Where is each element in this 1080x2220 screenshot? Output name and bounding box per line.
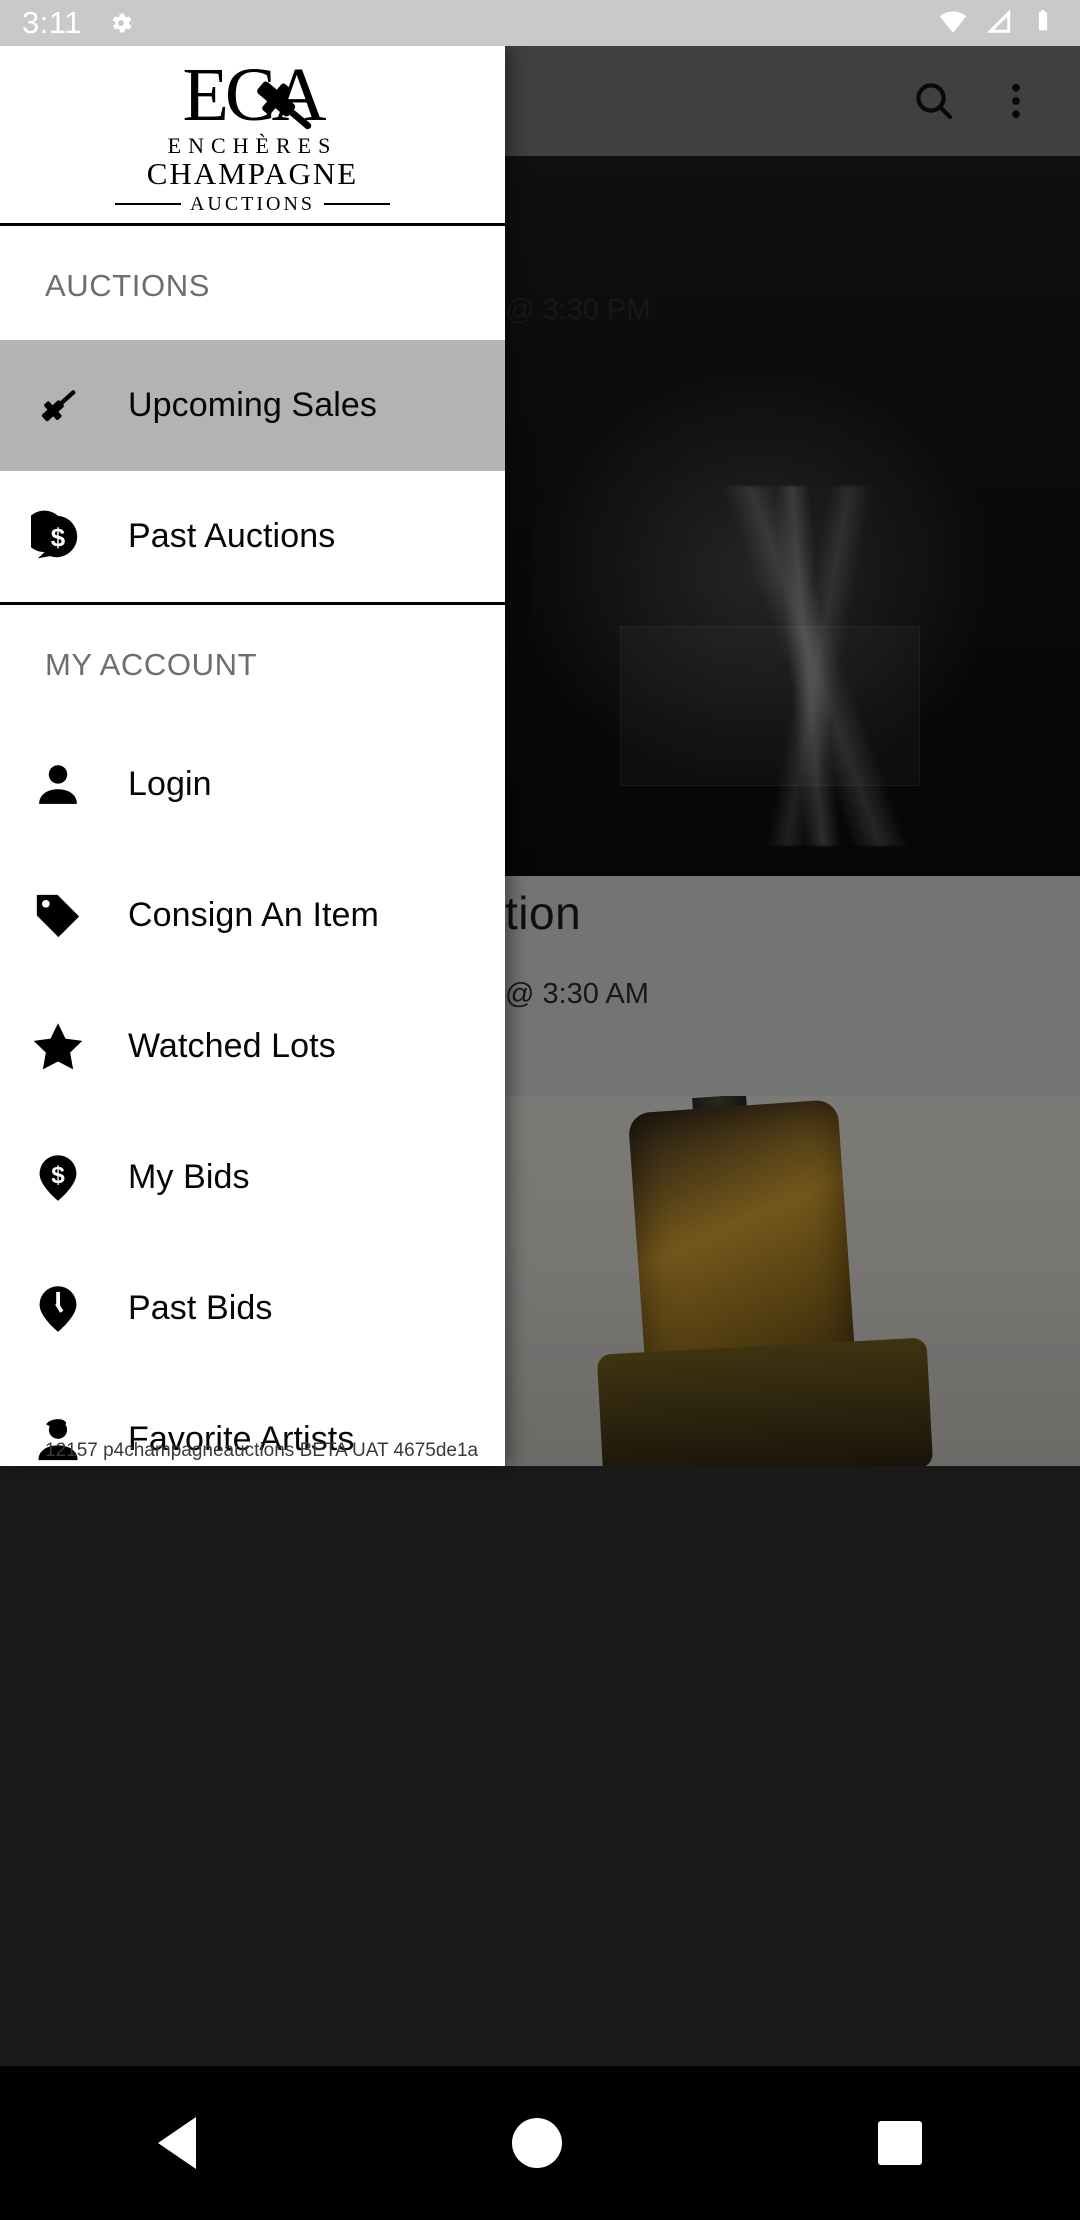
phone-screen: le @ 3:30 PM tion @ 3:30 AM ECA ENCHÈRES… <box>0 0 1080 2220</box>
wifi-icon <box>938 6 968 41</box>
status-bar-indicators <box>938 6 1056 41</box>
sidebar-item-my-bids[interactable]: $ My Bids <box>0 1112 505 1243</box>
logo-rule-right <box>324 202 391 205</box>
cellular-signal-icon <box>984 6 1014 41</box>
sidebar-item-label: Consign An Item <box>128 896 379 934</box>
auction-time-1: @ 3:30 PM <box>505 294 651 326</box>
svg-text:$: $ <box>51 1162 65 1189</box>
auction-title-1: le <box>505 202 544 255</box>
sidebar-item-label: My Bids <box>128 1158 250 1196</box>
sidebar-item-consign-an-item[interactable]: Consign An Item <box>0 850 505 981</box>
more-vertical-icon[interactable] <box>992 77 1040 125</box>
svg-text:$: $ <box>51 524 66 552</box>
sidebar-item-label: Upcoming Sales <box>128 386 377 424</box>
logo-monogram: ECA <box>183 57 327 133</box>
section-title-auctions: AUCTIONS <box>45 268 210 303</box>
logo-gavel-wrap <box>253 81 311 130</box>
guitar-case <box>596 1337 934 1466</box>
auction-time-2: @ 3:30 AM <box>505 978 649 1010</box>
sidebar-item-upcoming-sales[interactable]: Upcoming Sales <box>0 340 505 471</box>
drawer-section-auctions: AUCTIONS Upcoming Sales $ Past Auctions <box>0 226 505 605</box>
logo-line-auctions-wrap: AUCTIONS <box>114 192 391 215</box>
logo-line-champagne: CHAMPAGNE <box>146 156 359 192</box>
home-circle-icon[interactable] <box>512 2118 562 2168</box>
tag-icon <box>30 888 86 944</box>
sidebar-item-watched-lots[interactable]: Watched Lots <box>0 981 505 1112</box>
navigation-drawer: ECA ENCHÈRES CHAMPAGNE AUCTIONS AUCTIONS… <box>0 46 505 1466</box>
system-nav-bar <box>0 2066 1080 2220</box>
sidebar-item-login[interactable]: Login <box>0 719 505 850</box>
auction-card-1[interactable]: le @ 3:30 PM <box>505 201 651 327</box>
battery-icon <box>1030 8 1056 39</box>
person-icon <box>30 757 86 813</box>
sidebar-item-past-auctions[interactable]: $ Past Auctions <box>0 471 505 602</box>
status-bar: 3:11 <box>0 0 1080 46</box>
photo-object <box>620 626 920 786</box>
sidebar-item-past-bids[interactable]: Past Bids <box>0 1243 505 1374</box>
drawer-section-my-account: MY ACCOUNT Login Consign An Item Watched… <box>0 605 505 1466</box>
dollar-pin-icon: $ <box>30 1150 86 1206</box>
back-triangle-icon[interactable] <box>158 2117 196 2169</box>
drawer-version-footer: 12157 p4champagneauctions BETA UAT 4675d… <box>45 1440 479 1461</box>
logo-rule-left <box>114 202 181 205</box>
section-title-my-account: MY ACCOUNT <box>45 647 258 682</box>
status-bar-clock: 3:11 <box>22 5 83 40</box>
sidebar-item-label: Watched Lots <box>128 1027 336 1065</box>
gavel-icon <box>30 378 86 434</box>
auction-card-2[interactable]: tion @ 3:30 AM <box>505 886 649 1011</box>
logo-line-auctions: AUCTIONS <box>189 192 316 215</box>
search-icon[interactable] <box>910 77 958 125</box>
star-icon <box>30 1019 86 1075</box>
gavel-icon <box>256 81 311 130</box>
auction-title-2: tion <box>505 887 582 939</box>
gear-icon <box>108 10 134 36</box>
sidebar-item-label: Past Auctions <box>128 517 336 555</box>
sidebar-item-label: Login <box>128 765 212 803</box>
dollar-speech-bubble-icon: $ <box>30 509 86 565</box>
drawer-logo-header: ECA ENCHÈRES CHAMPAGNE AUCTIONS <box>0 46 505 226</box>
clock-pin-icon <box>30 1281 86 1337</box>
sidebar-item-label: Past Bids <box>128 1289 273 1327</box>
recents-square-icon[interactable] <box>878 2121 922 2165</box>
